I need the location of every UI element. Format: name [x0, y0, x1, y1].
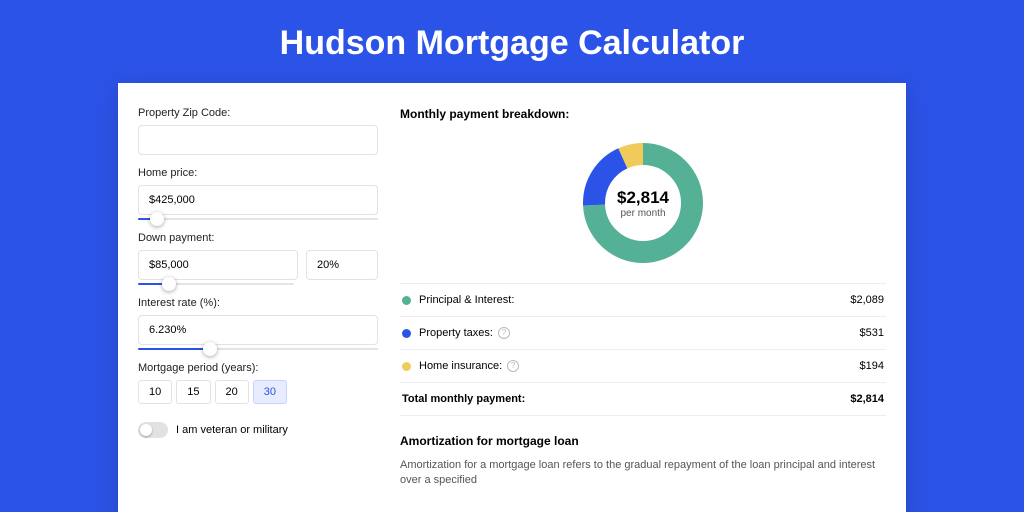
rate-label: Interest rate (%): — [138, 297, 378, 309]
period-option-15[interactable]: 15 — [176, 380, 210, 404]
period-label: Mortgage period (years): — [138, 362, 378, 374]
period-option-20[interactable]: 20 — [215, 380, 249, 404]
zip-input[interactable] — [138, 125, 378, 155]
period-segment: 10152030 — [138, 380, 378, 404]
info-icon[interactable]: ? — [498, 327, 510, 339]
legend-label: Property taxes:? — [419, 327, 860, 339]
legend-row: Principal & Interest:$2,089 — [400, 284, 886, 317]
down-slider-thumb[interactable] — [162, 277, 176, 291]
rate-slider[interactable] — [138, 348, 378, 350]
veteran-toggle[interactable] — [138, 422, 168, 438]
down-field: Down payment: — [138, 232, 378, 285]
rate-field: Interest rate (%): — [138, 297, 378, 350]
down-slider[interactable] — [138, 283, 294, 285]
price-slider-thumb[interactable] — [150, 212, 164, 226]
amortization-section: Amortization for mortgage loan Amortizat… — [400, 434, 886, 489]
price-label: Home price: — [138, 167, 378, 179]
legend-dot-icon — [402, 329, 411, 338]
veteran-label: I am veteran or military — [176, 424, 288, 436]
rate-slider-fill — [138, 348, 210, 350]
legend-row: Property taxes:?$531 — [400, 317, 886, 350]
rate-slider-thumb[interactable] — [203, 342, 217, 356]
veteran-row: I am veteran or military — [138, 422, 378, 438]
legend-value: $531 — [860, 327, 884, 339]
price-field: Home price: — [138, 167, 378, 220]
legend: Principal & Interest:$2,089Property taxe… — [400, 283, 886, 416]
period-field: Mortgage period (years): 10152030 — [138, 362, 378, 404]
amortization-title: Amortization for mortgage loan — [400, 434, 886, 448]
info-icon[interactable]: ? — [507, 360, 519, 372]
rate-input[interactable] — [138, 315, 378, 345]
donut-chart: $2,814 per month — [581, 141, 705, 265]
price-input[interactable] — [138, 185, 378, 215]
down-amount-input[interactable] — [138, 250, 298, 280]
legend-label: Principal & Interest: — [419, 294, 850, 306]
down-label: Down payment: — [138, 232, 378, 244]
legend-value: $2,089 — [850, 294, 884, 306]
down-pct-input[interactable] — [306, 250, 378, 280]
donut-center-sub: per month — [620, 208, 665, 219]
donut-wrap: $2,814 per month — [400, 135, 886, 283]
calculator-card: Property Zip Code: Home price: Down paym… — [118, 83, 906, 512]
legend-row: Home insurance:?$194 — [400, 350, 886, 383]
period-option-30[interactable]: 30 — [253, 380, 287, 404]
period-option-10[interactable]: 10 — [138, 380, 172, 404]
donut-center-value: $2,814 — [617, 188, 669, 208]
price-slider[interactable] — [138, 218, 378, 220]
legend-dot-icon — [402, 362, 411, 371]
legend-value: $194 — [860, 360, 884, 372]
zip-label: Property Zip Code: — [138, 107, 378, 119]
zip-field: Property Zip Code: — [138, 107, 378, 155]
amortization-text: Amortization for a mortgage loan refers … — [400, 458, 886, 489]
legend-total-value: $2,814 — [850, 393, 884, 405]
breakdown-title: Monthly payment breakdown: — [400, 107, 886, 121]
results-column: Monthly payment breakdown: $2,814 per mo… — [400, 107, 886, 489]
legend-total-row: Total monthly payment:$2,814 — [400, 383, 886, 416]
inputs-column: Property Zip Code: Home price: Down paym… — [138, 107, 378, 489]
legend-label: Home insurance:? — [419, 360, 860, 372]
legend-dot-icon — [402, 296, 411, 305]
legend-total-label: Total monthly payment: — [402, 393, 850, 405]
page-title: Hudson Mortgage Calculator — [0, 0, 1024, 83]
